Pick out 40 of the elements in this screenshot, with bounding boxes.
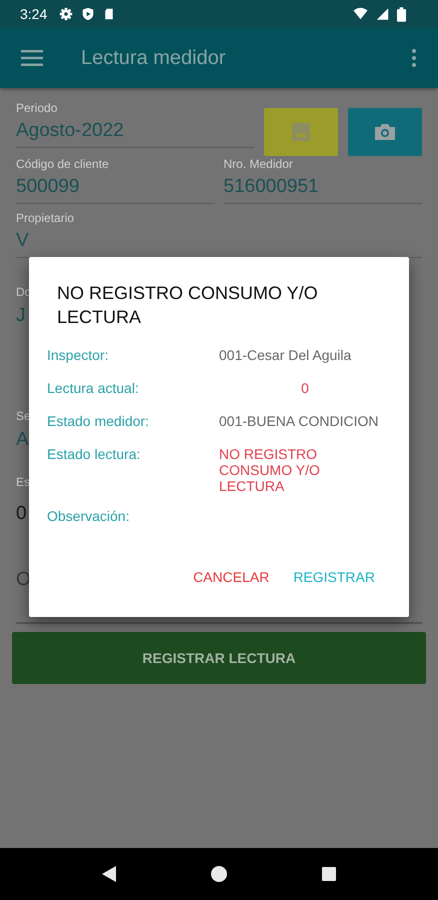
gear-icon	[59, 7, 74, 21]
register-reading-button[interactable]: REGISTRAR LECTURA	[12, 632, 426, 684]
input-field[interactable]: J	[16, 300, 26, 333]
sd-card-icon	[103, 7, 116, 21]
period-field[interactable]: Agosto-2022	[16, 116, 254, 148]
meter-number-field[interactable]: 516000951	[224, 172, 422, 204]
dialog-title: NO REGISTRO CONSUMO Y/O LECTURA	[56, 282, 319, 329]
wifi-icon	[353, 7, 368, 21]
field-label: Periodo	[16, 100, 58, 116]
home-icon[interactable]	[210, 866, 227, 882]
detail-value: 001-Cesar Del Aguila	[219, 346, 352, 365]
detail-value: NO REGISTRO CONSUMO Y/O LECTURA	[219, 445, 321, 494]
input-field[interactable]: 0	[16, 498, 27, 531]
field-label: Nro. Medidor	[224, 156, 294, 172]
detail-value: 0	[300, 379, 310, 398]
field-label: Es	[16, 474, 30, 490]
more-options-icon[interactable]	[412, 49, 416, 67]
image-icon	[292, 123, 310, 141]
screen-title: Lectura medidor	[81, 46, 227, 70]
cancel-button[interactable]: CANCELAR	[185, 563, 278, 591]
detail-label: Estado lectura:	[47, 445, 142, 464]
field-label: Propietario	[16, 210, 76, 226]
detail-label: Lectura actual:	[47, 379, 140, 398]
register-button[interactable]: REGISTRAR	[285, 563, 383, 591]
signal-icon	[376, 7, 389, 21]
detail-label: Observación:	[47, 507, 130, 526]
client-code-field[interactable]: 500099	[16, 172, 214, 204]
camera-icon	[374, 123, 396, 141]
battery-icon	[397, 6, 406, 22]
input-field[interactable]: A	[16, 424, 29, 457]
detail-label: Inspector:	[47, 346, 110, 365]
camera-button[interactable]	[348, 108, 422, 156]
detail-label: Estado medidor:	[47, 412, 150, 431]
field-label: Código de cliente	[16, 156, 110, 172]
menu-icon[interactable]	[21, 50, 43, 66]
status-time: 3:24	[20, 6, 48, 22]
detail-value: 001-BUENA CONDICION	[219, 412, 380, 431]
back-icon[interactable]	[102, 866, 116, 882]
recents-icon[interactable]	[322, 867, 336, 881]
shield-icon	[81, 7, 96, 21]
